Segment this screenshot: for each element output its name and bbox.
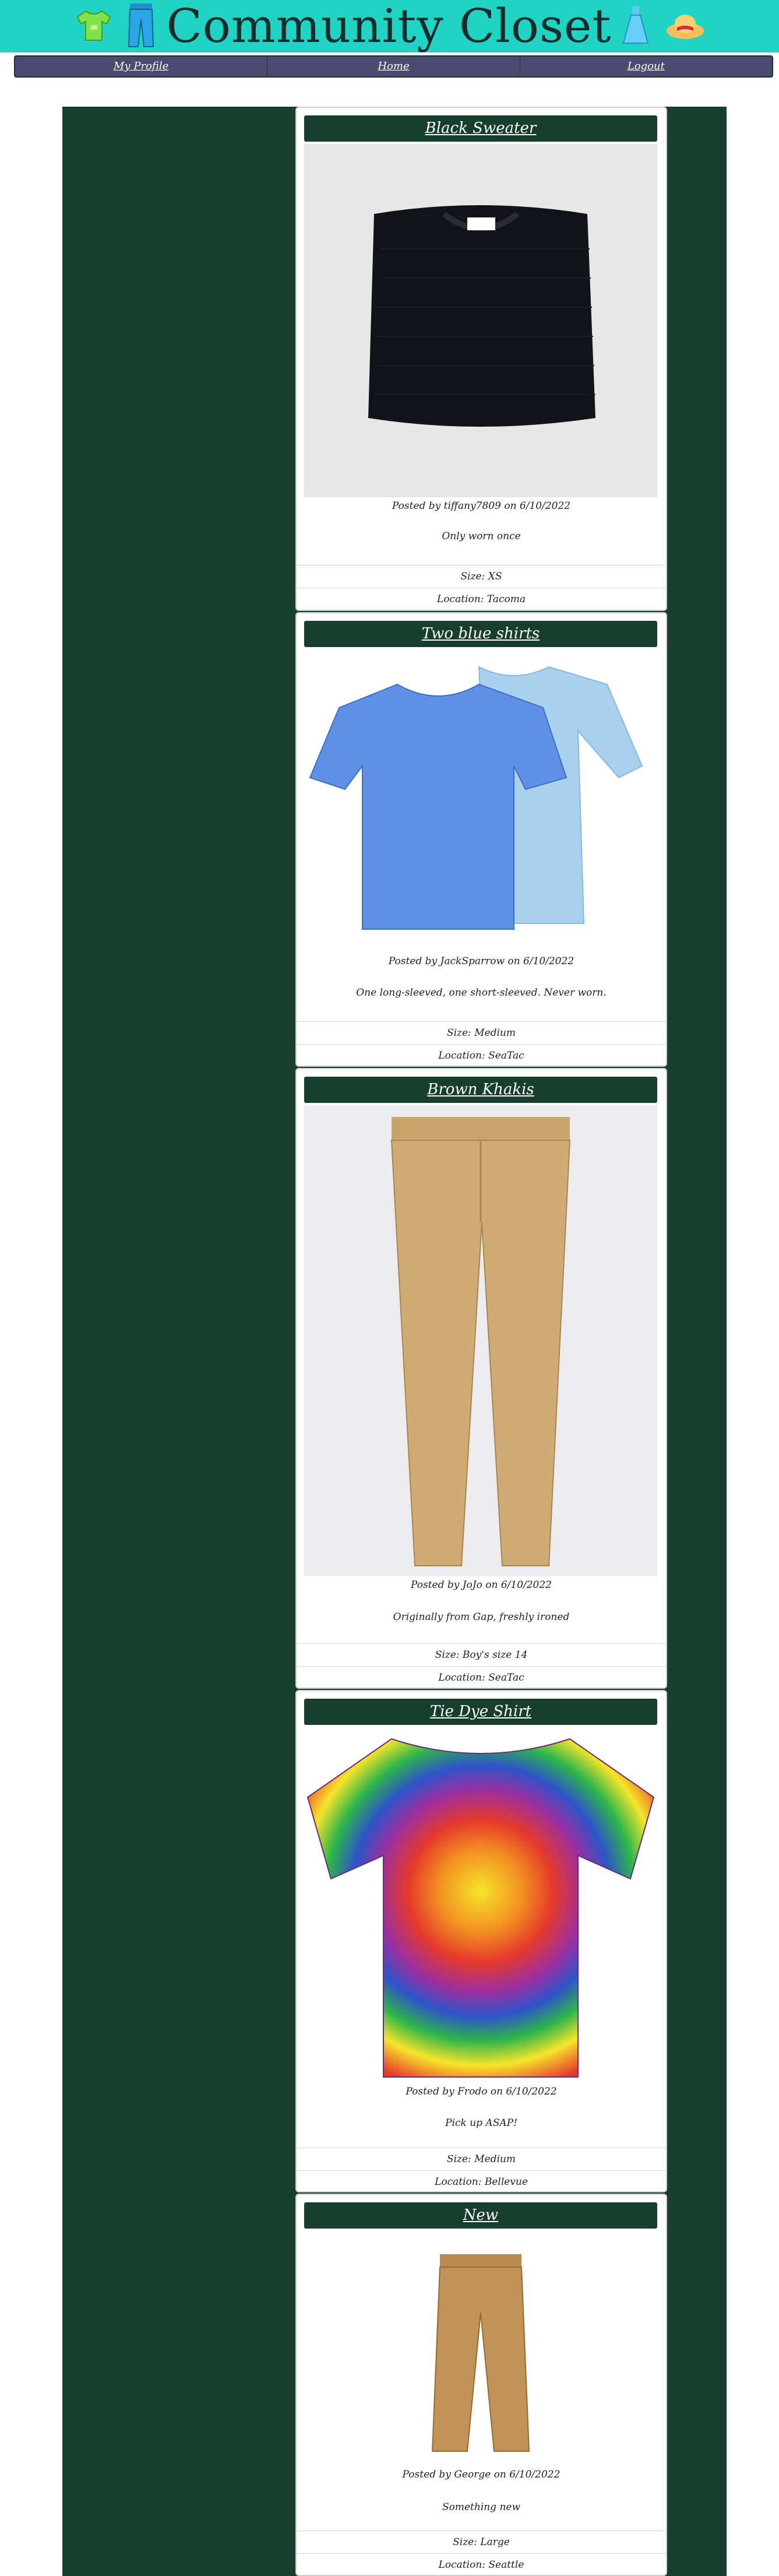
- listing-card: New Posted by George on 6/10/2022 Someth…: [295, 2194, 667, 2576]
- khakis-image: [304, 1105, 657, 1576]
- listings-panel: Black Sweater Posted by tiffany7809 on 6…: [62, 107, 727, 2576]
- listing-location: Location: SeaTac: [297, 1044, 666, 1066]
- listing-location: Location: SeaTac: [297, 1666, 666, 1688]
- listing-size: Size: Medium: [297, 2148, 666, 2170]
- tie-dye-image: [304, 1727, 657, 2083]
- nav-home[interactable]: Home: [267, 57, 520, 76]
- listing-location: Location: Bellevue: [297, 2170, 666, 2191]
- listing-posted: Posted by JackSparrow on 6/10/2022: [388, 955, 574, 967]
- listing-title-link[interactable]: New: [304, 2202, 657, 2229]
- dress-icon: [622, 5, 649, 48]
- listing-card: Black Sweater Posted by tiffany7809 on 6…: [295, 107, 667, 611]
- listing-card: Tie Dye Shirt Posted by Frodo on 6/10/20…: [295, 1690, 667, 2192]
- listing-size: Size: Large: [297, 2531, 666, 2553]
- listing-description: Only worn once: [442, 530, 521, 542]
- listing-description: Originally from Gap, freshly ironed: [393, 1611, 570, 1623]
- nav-logout[interactable]: Logout: [520, 57, 772, 76]
- listing-card: Brown Khakis Posted by JoJo on 6/10/2022…: [295, 1068, 667, 1689]
- tshirt-icon: [73, 8, 115, 45]
- listing-description: Pick up ASAP!: [445, 2117, 517, 2129]
- listing-posted: Posted by Frodo on 6/10/2022: [406, 2086, 557, 2097]
- jeans-icon: [126, 2, 156, 50]
- listing-size: Size: XS: [297, 565, 666, 588]
- site-title: Community Closet: [166, 0, 612, 53]
- listing-title-link[interactable]: Two blue shirts: [304, 621, 657, 647]
- main-nav: My Profile Home Logout: [14, 55, 773, 78]
- listing-posted: Posted by George on 6/10/2022: [402, 2469, 561, 2480]
- listing-card: Two blue shirts Posted by JackSparrow on…: [295, 612, 667, 1067]
- listing-description: Something new: [442, 2501, 521, 2513]
- listing-posted: Posted by tiffany7809 on 6/10/2022: [392, 500, 571, 512]
- listing-size: Size: Boy's size 14: [297, 1643, 666, 1666]
- nav-my-profile[interactable]: My Profile: [15, 57, 268, 76]
- listing-description: One long-sleeved, one short-sleeved. Nev…: [356, 987, 607, 999]
- blue-shirts-image: [304, 649, 657, 953]
- listing-size: Size: Medium: [297, 1021, 666, 1044]
- site-header: Community Closet: [0, 0, 779, 52]
- pants-image: [304, 2231, 657, 2461]
- listing-title-link[interactable]: Brown Khakis: [304, 1077, 657, 1103]
- black-sweater-image: [304, 144, 657, 497]
- listing-title-link[interactable]: Black Sweater: [304, 115, 657, 142]
- listing-posted: Posted by JoJo on 6/10/2022: [410, 1579, 552, 1591]
- listing-location: Location: Seattle: [297, 2553, 666, 2575]
- listing-location: Location: Tacoma: [297, 588, 666, 610]
- listing-title-link[interactable]: Tie Dye Shirt: [304, 1699, 657, 1725]
- hat-icon: [664, 9, 706, 44]
